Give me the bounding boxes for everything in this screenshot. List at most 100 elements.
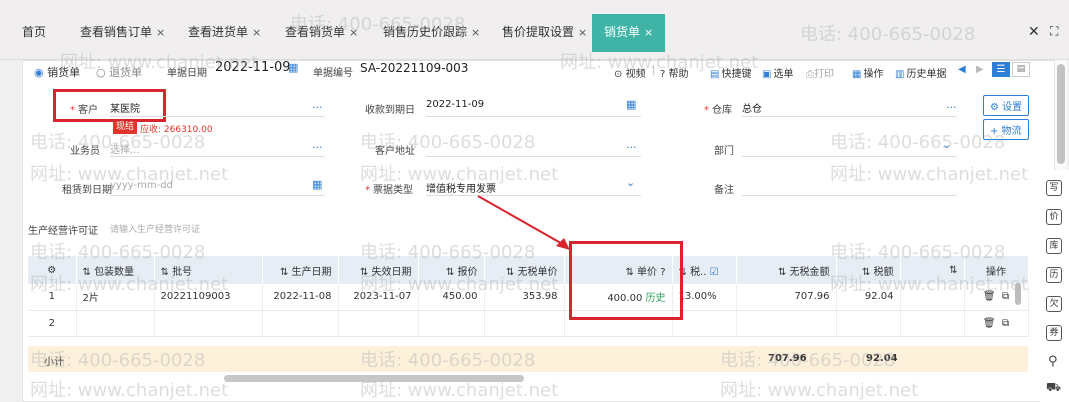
cell-notax-price[interactable]: 353.98 [484, 284, 565, 311]
cell-pack[interactable]: 2片 [76, 284, 155, 311]
gear-icon[interactable]: ⚙ [28, 256, 77, 284]
card-view-icon[interactable]: ▤ [1012, 62, 1030, 77]
calendar-icon[interactable]: ▦ [626, 98, 636, 111]
warehouse-value[interactable]: 总仓 [742, 100, 762, 115]
copy-icon[interactable]: ⧉ [1002, 318, 1009, 329]
truck-icon[interactable]: ⛟ [1046, 380, 1061, 396]
table-scrollbar[interactable] [1015, 283, 1021, 305]
tab-home[interactable]: 首页 [22, 14, 46, 50]
collect-date-value[interactable]: 2022-11-09 [426, 99, 484, 110]
tab-view-sales-doc[interactable]: 查看销货单 × [285, 14, 358, 50]
close-icon[interactable]: × [471, 26, 480, 39]
column-header[interactable]: ⇅ 无税单价 [484, 256, 565, 284]
prev-icon[interactable]: ◀ [958, 64, 966, 75]
help-button[interactable]: ? 帮助 [660, 65, 689, 80]
select-button[interactable]: ▣ 选单 [762, 65, 793, 80]
calendar-icon[interactable]: ▦ [288, 61, 298, 74]
cell-tax[interactable] [836, 310, 901, 337]
column-header[interactable]: ⇅ 批号 [154, 256, 263, 284]
calendar-icon[interactable]: ▦ [312, 178, 322, 191]
cell-exp-date[interactable] [338, 310, 419, 337]
print-button[interactable]: ⎙打印 [806, 65, 834, 80]
close-icon[interactable]: × [578, 26, 587, 39]
coupon-icon[interactable]: 券 [1046, 325, 1062, 341]
select-icon: ▣ [762, 69, 772, 80]
tab-price-history[interactable]: 销售历史价跟踪 × [383, 14, 480, 50]
more-icon[interactable]: ... [626, 138, 637, 151]
salesman-input[interactable]: 选择... [110, 141, 140, 156]
radio-checked-icon: ◉ [34, 66, 44, 79]
history-icon[interactable]: 历 [1046, 267, 1062, 283]
copy-icon[interactable]: ⧉ [1002, 291, 1009, 302]
close-icon[interactable]: × [349, 26, 358, 39]
cell-notax-amount[interactable]: 707.96 [736, 284, 837, 311]
tab-view-purchase[interactable]: 查看进货单 × [188, 14, 261, 50]
license-input[interactable]: 请输入生产经营许可证 [110, 222, 200, 235]
column-header[interactable]: ⇅ 税额 [836, 256, 901, 284]
horizontal-scrollbar[interactable] [224, 375, 524, 382]
cell-prod-date[interactable] [262, 310, 339, 337]
history-button[interactable]: ▥ 历史单据 [895, 65, 946, 80]
video-button[interactable]: ⊙ 视频 [614, 65, 646, 80]
operate-button[interactable]: ▦ 操作 [852, 65, 883, 80]
column-header[interactable]: ⇅ 包装数量 [76, 256, 155, 284]
close-icon[interactable]: × [156, 26, 165, 39]
owe-icon[interactable]: 欠 [1046, 296, 1062, 312]
table-row[interactable]: 2 🗑 ⧉ [28, 310, 1029, 337]
next-icon[interactable]: ▶ [976, 64, 984, 75]
right-sidebar: 写 价 库 历 欠 券 ⚲ ⛟ [1040, 170, 1069, 402]
more-icon[interactable]: ... [312, 138, 323, 151]
more-icon[interactable]: ... [312, 98, 323, 111]
warehouse-label: * 仓库 [704, 105, 732, 116]
radio-sale[interactable]: ◉ 销货单 [34, 64, 80, 80]
rent-date-input[interactable]: yyyy-mm-dd [110, 180, 173, 191]
tab-sales-doc-active[interactable]: 销货单 × [592, 14, 666, 52]
radio-return[interactable]: ○ 退货单 [96, 64, 142, 80]
page-scrollbar[interactable] [1057, 64, 1065, 164]
write-icon[interactable]: 写 [1046, 180, 1062, 196]
cell-prod-date[interactable]: 2022-11-08 [262, 284, 339, 311]
edit-icon: ☑ [709, 266, 719, 278]
chevron-down-icon[interactable]: ⌄ [942, 138, 951, 151]
cell-exp-date[interactable]: 2023-11-07 [338, 284, 419, 311]
note-label: 备注 [714, 185, 734, 196]
list-view-icon[interactable]: ☰ [992, 62, 1010, 77]
cell-quote[interactable]: 450.00 [418, 284, 485, 311]
column-header[interactable]: ⇅ 无税金额 [736, 256, 837, 284]
cell-batch[interactable] [154, 310, 263, 337]
annotation-arrow [477, 195, 570, 250]
shortcut-button[interactable]: ▤ 快捷键 [710, 65, 751, 80]
more-icon[interactable]: ... [946, 98, 957, 111]
cell-tax[interactable]: 92.04 [836, 284, 901, 311]
close-all-icon[interactable]: ✕ [1028, 24, 1040, 40]
column-header[interactable]: ⇅ [900, 256, 965, 284]
address-input[interactable] [426, 156, 641, 157]
cell-notax-price[interactable] [484, 310, 565, 337]
column-header[interactable]: ⇅ 失效日期 [338, 256, 419, 284]
dept-select[interactable] [742, 156, 957, 157]
close-icon[interactable]: × [644, 26, 653, 39]
table-row[interactable]: 1 2片 20221109003 2022-11-08 2023-11-07 4… [28, 284, 1029, 311]
cell-notax-amount[interactable] [736, 310, 837, 337]
cell-batch[interactable]: 20221109003 [154, 284, 263, 311]
settings-button[interactable]: ⚙ 设置 [983, 95, 1030, 116]
price-icon[interactable]: 价 [1046, 209, 1062, 225]
delete-icon[interactable]: 🗑 [983, 318, 996, 329]
date-value[interactable]: 2022-11-09 [215, 60, 291, 75]
cell-pack[interactable] [76, 310, 155, 337]
cell-quote[interactable] [418, 310, 485, 337]
delete-icon[interactable]: 🗑 [983, 291, 996, 302]
tab-view-sales-order[interactable]: 查看销售订单 × [80, 14, 165, 50]
customer-value[interactable]: 某医院 [110, 100, 140, 115]
docno-value: SA-20221109-003 [360, 61, 469, 75]
tab-price-settings[interactable]: 售价提取设置 × [502, 14, 587, 50]
note-input[interactable] [742, 195, 957, 196]
column-header[interactable]: ⇅ 报价 [418, 256, 485, 284]
logistics-button[interactable]: + 物流 [983, 119, 1029, 140]
stock-icon[interactable]: 库 [1046, 238, 1062, 254]
column-header[interactable]: ⇅ 生产日期 [262, 256, 339, 284]
fullscreen-icon[interactable]: ⛶ [1050, 24, 1058, 39]
chevron-down-icon[interactable]: ⌄ [626, 176, 635, 189]
close-icon[interactable]: × [252, 26, 261, 39]
attachment-icon[interactable]: ⚲ [1048, 354, 1058, 369]
